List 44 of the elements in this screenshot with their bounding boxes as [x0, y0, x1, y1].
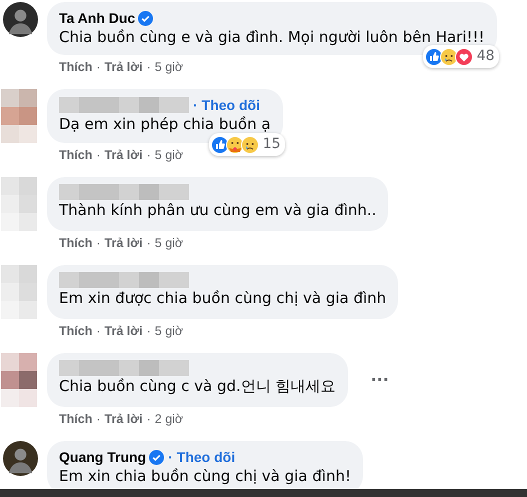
separator: ·	[96, 235, 101, 251]
comment-text: Chia buồn cùng e và gia đình. Mọi người luôn bên Hari!!!	[59, 27, 485, 48]
comment-text: Dạ em xin phép chia buồn ạ	[59, 114, 271, 135]
like-link[interactable]: Thích	[59, 59, 92, 75]
author-name[interactable]: Ta Anh Duc	[59, 9, 136, 27]
separator: ·	[168, 448, 173, 466]
comment-text: Chia buồn cùng c và gd.언니 힘내세요	[59, 376, 336, 397]
reply-link[interactable]: Trả lời	[104, 59, 143, 75]
comment-time[interactable]: 5 giờ	[154, 235, 184, 251]
comment-time[interactable]: 5 giờ	[154, 147, 184, 163]
more-options-icon[interactable]: ···	[370, 368, 389, 392]
comment-text: Em xin được chia buồn cùng chị và gia đình	[59, 288, 386, 309]
like-link[interactable]: Thích	[59, 235, 92, 251]
separator: ·	[96, 147, 101, 163]
reaction-count: 48	[476, 47, 495, 66]
avatar[interactable]	[3, 2, 38, 37]
reaction-summary[interactable]: 48	[422, 45, 499, 68]
separator: ·	[146, 235, 151, 251]
separator: ·	[96, 323, 101, 339]
separator: ·	[96, 59, 101, 75]
reply-link[interactable]: Trả lời	[104, 323, 143, 339]
reply-link[interactable]: Trả lời	[104, 235, 143, 251]
reaction-summary[interactable]: 15	[208, 133, 285, 156]
reaction-count: 15	[262, 135, 281, 154]
comment-time[interactable]: 2 giờ	[154, 411, 184, 427]
separator: ·	[146, 323, 151, 339]
separator: ·	[146, 411, 151, 427]
comment-text: Thành kính phân ưu cùng em và gia đình..	[59, 200, 376, 221]
comment-time[interactable]: 5 giờ	[154, 59, 184, 75]
author-name[interactable]: Quang Trung	[59, 448, 146, 466]
like-link[interactable]: Thích	[59, 411, 92, 427]
comment-time[interactable]: 5 giờ	[154, 323, 184, 339]
separator: ·	[146, 147, 151, 163]
separator: ·	[193, 96, 198, 114]
avatar[interactable]	[3, 441, 38, 476]
follow-link[interactable]: Theo dõi	[202, 96, 260, 114]
like-link[interactable]: Thích	[59, 147, 92, 163]
separator: ·	[146, 59, 151, 75]
separator: ·	[96, 411, 101, 427]
follow-link[interactable]: Theo dõi	[176, 448, 236, 466]
reply-link[interactable]: Trả lời	[104, 411, 143, 427]
reply-link[interactable]: Trả lời	[104, 147, 143, 163]
comment-text: Em xin chia buồn cùng chị và gia đình!	[59, 466, 351, 487]
like-link[interactable]: Thích	[59, 323, 92, 339]
